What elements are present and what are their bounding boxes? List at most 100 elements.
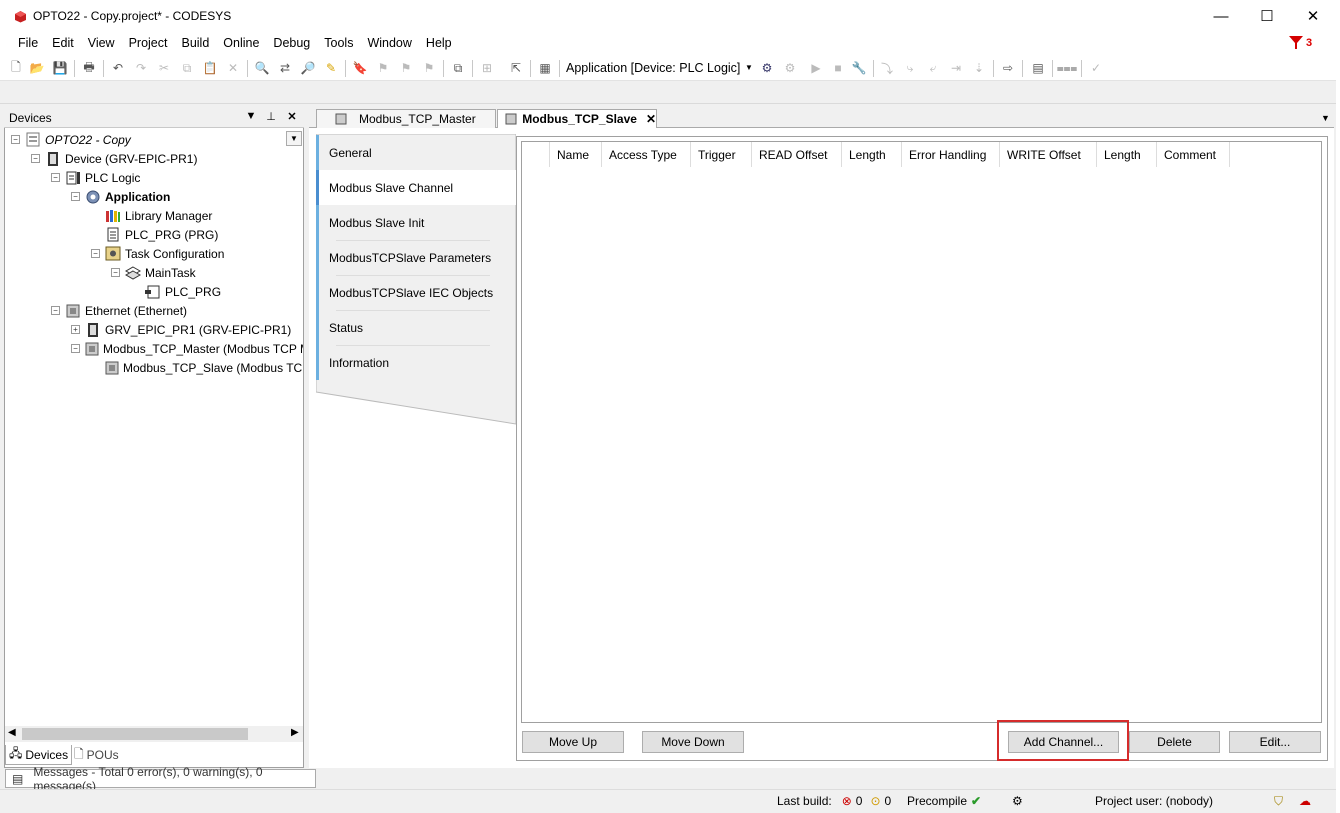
new-project-icon[interactable]: 🗋 [8,60,24,76]
unforce-values-icon[interactable]: ✓ [1088,60,1104,76]
logout-icon[interactable]: ⚙ [782,60,798,76]
scrollbar-thumb[interactable] [22,728,248,740]
column-header-access-type[interactable]: Access Type [602,142,691,167]
tab-devices[interactable]: 🖧 Devices [5,745,73,765]
save-icon[interactable]: 💾 [52,60,68,76]
menu-view[interactable]: View [81,32,122,56]
tree-item-plc-prg-call[interactable]: PLC_PRG [145,282,221,301]
move-down-button[interactable]: Move Down [642,731,744,753]
show-current-statement-icon[interactable]: ⇨ [1000,60,1016,76]
collapse-toggle[interactable]: − [51,173,60,182]
security-shield-icon[interactable]: ⛉ [1274,794,1283,809]
menu-debug[interactable]: Debug [266,32,317,56]
tree-item-device[interactable]: Device (GRV-EPIC-PR1) [45,149,197,168]
export-icon[interactable]: ⇱ [508,60,524,76]
print-icon[interactable]: 🖶 [81,60,97,76]
collapse-toggle[interactable]: − [71,192,80,201]
active-application-select[interactable]: Application [Device: PLC Logic] [566,61,740,75]
column-header-read-length[interactable]: Length [842,142,902,167]
paste-icon[interactable]: 📋 [202,60,218,76]
close-tab-icon[interactable]: ✕ [646,112,656,126]
login-icon[interactable]: ⚙ [759,60,775,76]
clear-bookmarks-icon[interactable]: ⚑ [421,60,437,76]
minimize-button[interactable]: — [1198,0,1244,32]
bookmark-icon[interactable]: 🔖 [352,60,368,76]
side-tab-modbustcpslave-parameters[interactable]: ModbusTCPSlave Parameters [316,240,516,275]
delete-button[interactable]: Delete [1129,731,1220,753]
maximize-button[interactable]: ☐ [1244,0,1290,32]
column-header-write-length[interactable]: Length [1097,142,1157,167]
tree-item-maintask[interactable]: MainTask [125,263,196,282]
tree-item-modbus-tcp-master[interactable]: Modbus_TCP_Master (Modbus TCP Master) [85,339,303,358]
write-values-icon[interactable]: ▤ [1030,60,1046,76]
precompile-status[interactable]: Precompile ✔ [907,794,981,808]
pin-icon[interactable]: ⊥ [264,110,278,123]
tree-item-application[interactable]: Application [85,187,170,206]
step-out-icon[interactable]: ⤶ [925,60,941,76]
online-config-icon[interactable]: ⚙ [1012,794,1023,808]
open-folder-icon[interactable]: 📂 [29,60,45,76]
collapse-toggle[interactable]: − [91,249,100,258]
step-into-icon[interactable]: ⤷ [902,60,918,76]
settings-wrench-icon[interactable]: 🔧 [851,60,867,76]
tree-item-plc-prg[interactable]: PLC_PRG (PRG) [105,225,218,244]
cloud-icon[interactable]: ☁ [1299,794,1311,808]
collapse-toggle[interactable]: − [31,154,40,163]
column-header-write-offset[interactable]: WRITE Offset [1000,142,1097,167]
side-tab-modbus-slave-init[interactable]: Modbus Slave Init [316,205,516,240]
pane-menu-icon[interactable]: ▼ [244,110,258,122]
cut-icon[interactable]: ✂ [156,60,172,76]
tree-item-plc-logic[interactable]: PLC Logic [65,168,140,187]
column-header-name[interactable]: Name [549,142,602,167]
add-object-icon[interactable]: ⊞ [479,60,495,76]
tree-item-library-manager[interactable]: Library Manager [105,206,212,225]
menu-project[interactable]: Project [122,32,175,56]
windows-icon[interactable]: ⧉ [450,60,466,76]
step-over-icon[interactable]: ⤵ [879,60,895,76]
find-in-project-icon[interactable]: 🔎 [300,60,316,76]
editor-tab-modbus-tcp-master[interactable]: Modbus_TCP_Master [316,109,496,128]
editor-tab-modbus-tcp-slave[interactable]: Modbus_TCP_Slave ✕ [497,109,657,128]
set-next-statement-icon[interactable]: ⇣ [971,60,987,76]
tree-dropdown-button[interactable]: ▼ [286,131,302,146]
run-to-cursor-icon[interactable]: ⇥ [948,60,964,76]
collapse-toggle[interactable]: − [71,344,80,353]
side-tab-general[interactable]: General [316,135,516,170]
collapse-toggle[interactable]: − [11,135,20,144]
scroll-left-icon[interactable]: ◀ [8,727,16,738]
move-up-button[interactable]: Move Up [522,731,624,753]
tab-pous[interactable]: 🗋 POUs [71,745,122,765]
copy-icon[interactable]: ⧉ [179,60,195,76]
previous-bookmark-icon[interactable]: ⚑ [398,60,414,76]
side-tab-modbus-slave-channel[interactable]: Modbus Slave Channel [316,170,516,205]
tab-list-dropdown-icon[interactable]: ▼ [1321,113,1330,123]
collapse-toggle[interactable]: − [111,268,120,277]
delete-icon[interactable]: ✕ [225,60,241,76]
notifications-indicator[interactable]: 3 [1289,36,1312,49]
menu-tools[interactable]: Tools [317,32,360,56]
column-header-read-offset[interactable]: READ Offset [752,142,842,167]
chevron-down-icon[interactable]: ▼ [745,63,753,72]
start-icon[interactable]: ▶ [808,60,824,76]
tree-item-modbus-tcp-slave[interactable]: Modbus_TCP_Slave (Modbus TCP Slave) [105,358,303,377]
stop-icon[interactable]: ■ [830,60,846,76]
tree-item-grv-epic-pr1[interactable]: GRV_EPIC_PR1 (GRV-EPIC-PR1) [85,320,291,339]
menu-window[interactable]: Window [360,32,418,56]
redo-icon[interactable]: ↷ [133,60,149,76]
side-tab-status[interactable]: Status [316,310,516,345]
calendar-icon[interactable]: ▦ [537,60,553,76]
undo-icon[interactable]: ↶ [110,60,126,76]
channel-table[interactable] [521,141,1322,723]
collapse-toggle[interactable]: − [51,306,60,315]
side-tab-information[interactable]: Information [316,345,516,380]
cross-reference-icon[interactable]: ✎ [323,60,339,76]
scroll-right-icon[interactable]: ▶ [291,727,299,738]
find-icon[interactable]: 🔍 [254,60,270,76]
replace-icon[interactable]: ⇄ [277,60,293,76]
expand-toggle[interactable]: + [71,325,80,334]
column-header-trigger[interactable]: Trigger [691,142,752,167]
column-header-comment[interactable]: Comment [1157,142,1230,167]
next-bookmark-icon[interactable]: ⚑ [375,60,391,76]
side-tab-modbustcpslave-iec-objects[interactable]: ModbusTCPSlave IEC Objects [316,275,516,310]
tree-item-project[interactable]: OPTO22 - Copy [25,130,131,149]
